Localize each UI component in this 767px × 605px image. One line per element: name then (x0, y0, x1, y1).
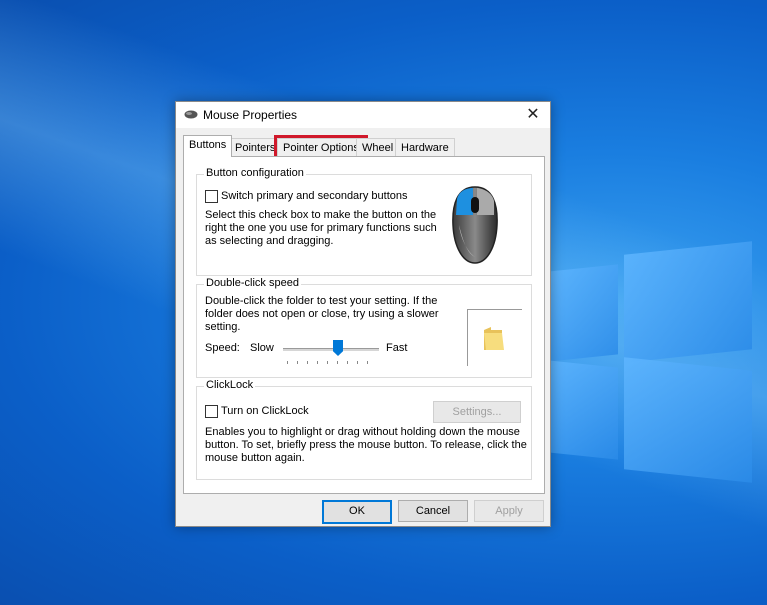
folder-icon (484, 327, 504, 350)
group-button-configuration: Button configuration Switch primary and … (196, 167, 532, 276)
clicklock-label[interactable]: Turn on ClickLock (221, 405, 309, 418)
logo-pane (624, 241, 752, 363)
switch-buttons-checkbox[interactable] (205, 190, 218, 203)
clicklock-checkbox[interactable] (205, 405, 218, 418)
clicklock-description: button. To set, briefly press the mouse … (205, 439, 527, 451)
ok-button[interactable]: OK (322, 500, 392, 524)
group-label: Button configuration (204, 167, 306, 179)
close-button[interactable]: ✕ (522, 104, 544, 126)
test-folder-area[interactable] (467, 309, 522, 366)
double-click-description: Double-click the folder to test your set… (205, 295, 438, 307)
fast-label: Fast (386, 342, 408, 354)
tab-buttons[interactable]: Buttons (183, 135, 233, 157)
speed-label: Speed: (205, 342, 240, 354)
mouse-icon (452, 186, 498, 264)
button-config-description: as selecting and dragging. (205, 235, 334, 247)
clicklock-description: mouse button again. (205, 452, 305, 464)
group-clicklock: ClickLock Turn on ClickLock Settings... … (196, 379, 532, 480)
double-click-description: folder does not open or close, try using… (205, 308, 439, 320)
clicklock-settings-button[interactable]: Settings... (433, 401, 521, 423)
speed-slider-thumb[interactable] (333, 340, 343, 356)
button-config-description: Select this check box to make the button… (205, 209, 437, 221)
switch-buttons-label[interactable]: Switch primary and secondary buttons (221, 190, 407, 203)
speed-slider-track[interactable] (283, 348, 379, 351)
mouse-icon (184, 110, 198, 119)
group-label: ClickLock (204, 379, 256, 391)
logo-pane (548, 264, 618, 362)
apply-button[interactable]: Apply (474, 500, 544, 522)
mouse-properties-dialog: Mouse Properties ✕ Buttons Pointers Poin… (175, 101, 551, 527)
logo-pane (624, 357, 752, 483)
tab-hardware[interactable]: Hardware (395, 138, 455, 157)
window-title: Mouse Properties (203, 108, 298, 122)
double-click-description: setting. (205, 321, 241, 333)
tab-panel-buttons: Button configuration Switch primary and … (183, 156, 545, 494)
group-label: Double-click speed (204, 277, 301, 289)
button-config-description: right the one you use for primary functi… (205, 222, 437, 234)
speed-slider-ticks (287, 361, 377, 364)
tab-wheel[interactable]: Wheel (356, 138, 400, 157)
tab-pointer-options[interactable]: Pointer Options (274, 135, 368, 160)
group-double-click-speed: Double-click speed Double-click the fold… (196, 277, 532, 378)
logo-pane (548, 360, 618, 460)
clicklock-description: Enables you to highlight or drag without… (205, 426, 520, 438)
slow-label: Slow (250, 342, 274, 354)
tab-pointers[interactable]: Pointers (229, 138, 282, 157)
title-bar[interactable]: Mouse Properties ✕ (176, 102, 550, 128)
cancel-button[interactable]: Cancel (398, 500, 468, 522)
